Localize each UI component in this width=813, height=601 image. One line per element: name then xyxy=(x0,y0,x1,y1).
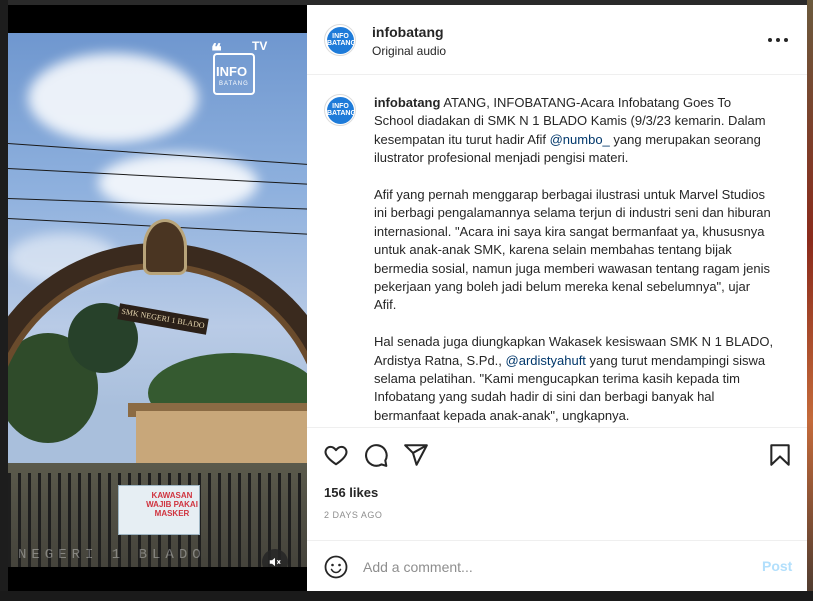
watermark-tv: TV xyxy=(252,39,268,53)
action-bar xyxy=(307,428,807,478)
cloud xyxy=(28,53,198,143)
watermark-batang: BATANG xyxy=(219,81,249,87)
comment-button[interactable] xyxy=(363,442,389,468)
mention-link[interactable]: @numbo_ xyxy=(550,132,610,147)
video-frame[interactable]: SMK NEGERI 1 BLADO KAWASAN WAJIB PAKAI M… xyxy=(8,33,307,567)
save-button[interactable] xyxy=(767,442,793,468)
backdrop-bottom xyxy=(0,591,813,601)
more-options-button[interactable] xyxy=(768,31,790,49)
likes-count[interactable]: 156 likes xyxy=(324,485,378,500)
mention-link[interactable]: @ardistyahuft xyxy=(506,353,586,368)
share-button[interactable] xyxy=(403,442,429,468)
comment-icon xyxy=(365,444,388,467)
post-modal: SMK NEGERI 1 BLADO KAWASAN WAJIB PAKAI M… xyxy=(8,5,807,591)
caption-avatar[interactable]: INFO BATANG xyxy=(324,94,356,126)
more-options-icon xyxy=(776,38,780,42)
caption-username[interactable]: infobatang xyxy=(374,95,440,110)
author-username[interactable]: infobatang xyxy=(372,24,444,40)
more-options-icon xyxy=(784,38,788,42)
post-media[interactable]: SMK NEGERI 1 BLADO KAWASAN WAJIB PAKAI M… xyxy=(8,5,307,591)
author-avatar[interactable]: INFO BATANG xyxy=(324,24,356,56)
post-header: INFO BATANG infobatang Original audio xyxy=(307,5,807,75)
gate-bottom-text: NEGERI 1 BLADO xyxy=(18,547,206,563)
backdrop-right xyxy=(807,0,813,601)
avatar-text: INFO BATANG xyxy=(327,33,356,47)
save-icon xyxy=(770,444,790,466)
watermark-info: INFO xyxy=(216,64,248,79)
share-icon xyxy=(404,444,428,466)
audio-label[interactable]: Original audio xyxy=(372,44,446,58)
caption-area: INFO BATANG infobatang ATANG, INFOBATANG… xyxy=(307,76,807,428)
caption-paragraph: Afif yang pernah menggarap berbagai ilus… xyxy=(374,187,771,313)
post-side-panel: INFO BATANG infobatang Original audio IN… xyxy=(307,5,807,591)
avatar-text: INFO BATANG xyxy=(327,103,356,117)
heart-icon xyxy=(324,445,348,466)
caption-text: infobatang ATANG, INFOBATANG-Acara Infob… xyxy=(374,94,774,427)
like-button[interactable] xyxy=(323,442,349,468)
backdrop-left xyxy=(0,0,8,601)
post-comment-button[interactable]: Post xyxy=(762,558,792,574)
gate-crest xyxy=(143,219,187,275)
post-date[interactable]: 2 DAYS AGO xyxy=(324,510,382,520)
comment-bar: Post xyxy=(307,540,807,591)
comment-input[interactable] xyxy=(363,554,723,580)
emoji-button[interactable] xyxy=(324,555,348,579)
mask-banner-text: KAWASAN WAJIB PAKAI MASKER xyxy=(146,491,198,518)
more-options-icon xyxy=(768,38,772,42)
mute-icon xyxy=(269,557,281,567)
emoji-icon xyxy=(324,555,348,579)
